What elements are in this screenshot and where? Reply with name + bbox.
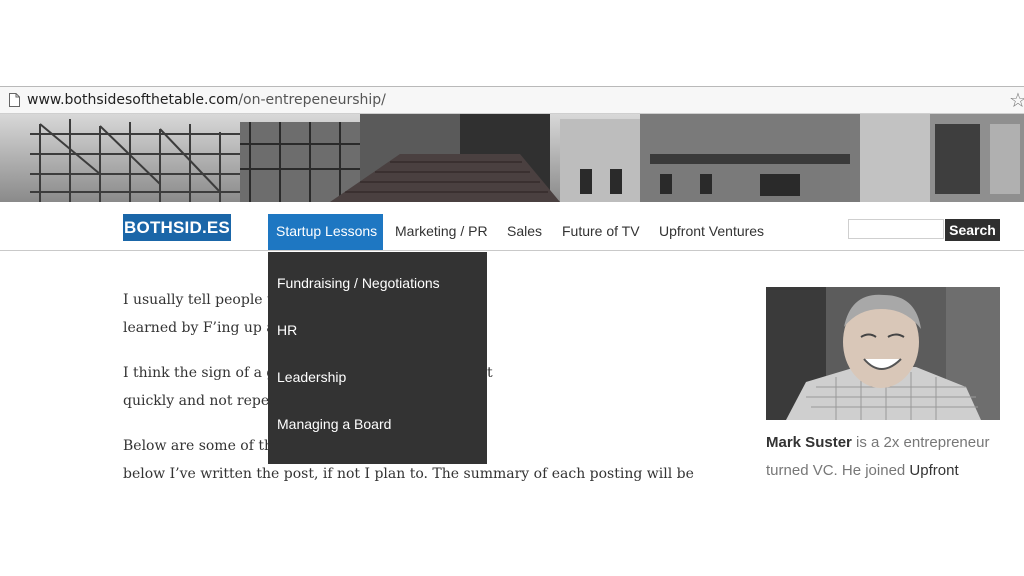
dropdown-item-leadership[interactable]: Leadership bbox=[277, 369, 346, 385]
article-line: below I’ve written the post, if not I pl… bbox=[123, 466, 694, 482]
main-navigation: BOTHSID.ES Startup Lessons Marketing / P… bbox=[0, 202, 1024, 251]
address-bar[interactable]: www.bothsidesofthetable.com/on-entrepene… bbox=[0, 86, 1024, 114]
url-path: /on-entrepeneurship/ bbox=[238, 92, 386, 108]
search-input[interactable] bbox=[848, 219, 944, 239]
article-line: learned by F’ing up a bbox=[123, 320, 275, 336]
author-bio-line-2: turned VC. He joined Upfront bbox=[766, 462, 959, 479]
nav-item-marketing-pr[interactable]: Marketing / PR bbox=[395, 214, 488, 250]
dropdown-item-hr[interactable]: HR bbox=[277, 322, 297, 338]
author-name: Mark Suster bbox=[766, 434, 852, 451]
dropdown-item-fundraising[interactable]: Fundraising / Negotiations bbox=[277, 275, 440, 291]
dropdown-item-managing-a-board[interactable]: Managing a Board bbox=[277, 416, 391, 432]
startup-lessons-dropdown: Fundraising / Negotiations HR Leadership… bbox=[268, 252, 487, 464]
nav-item-upfront-ventures[interactable]: Upfront Ventures bbox=[659, 214, 764, 250]
author-photo bbox=[766, 287, 1000, 420]
nav-item-sales[interactable]: Sales bbox=[507, 214, 542, 250]
author-bio-line-1: Mark Suster is a 2x entrepreneur bbox=[766, 434, 989, 451]
site-logo[interactable]: BOTHSID.ES bbox=[123, 214, 231, 241]
url-text[interactable]: www.bothsidesofthetable.com/on-entrepene… bbox=[27, 92, 386, 108]
star-icon[interactable]: ☆ bbox=[1009, 88, 1024, 112]
nav-item-future-of-tv[interactable]: Future of TV bbox=[562, 214, 640, 250]
upfront-link[interactable]: Upfront bbox=[909, 462, 958, 479]
header-banner-image bbox=[0, 114, 1024, 202]
page-icon bbox=[9, 93, 20, 107]
bio-text: turned VC. He joined bbox=[766, 462, 910, 479]
search-button[interactable]: Search bbox=[945, 219, 1000, 241]
nav-item-startup-lessons[interactable]: Startup Lessons bbox=[268, 214, 383, 250]
url-domain: www.bothsidesofthetable.com bbox=[27, 92, 239, 108]
bio-text: is a 2x entrepreneur bbox=[851, 434, 990, 451]
